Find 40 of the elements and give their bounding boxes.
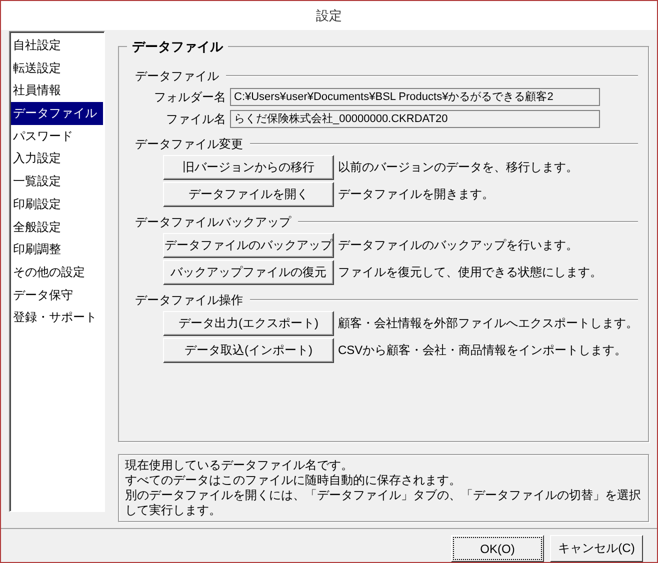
cancel-button[interactable]: キャンセル(C) [550,535,643,562]
sidebar-item[interactable]: 入力設定 [11,147,103,170]
sidebar-item[interactable]: 全般設定 [11,216,103,238]
sidebar-item[interactable]: 登録・サポート [11,306,103,329]
action-description: CSVから顧客・会社・商品情報をインポートします。 [338,342,627,359]
section-heading: データファイル操作 [135,292,243,308]
action-description: 顧客・会社情報を外部ファイルへエクスポートします。 [338,315,638,332]
field-label: ファイル名 [165,110,227,128]
sidebar-item[interactable]: データファイル [11,102,103,125]
action-description: 以前のバージョンのデータを、移行します。 [338,159,578,176]
section-heading: データファイルバックアップ [135,214,291,230]
action-button[interactable]: データ取込(インポート) [163,338,334,363]
action-button[interactable]: データファイルのバックアップ [163,233,334,258]
sidebar-item[interactable]: パスワード [11,124,103,148]
action-button[interactable]: 旧バージョンからの移行 [163,155,334,180]
sidebar-item[interactable]: 社員情報 [11,79,103,102]
section-heading: データファイル [135,68,219,84]
action-description: データファイルを開きます。 [338,186,494,203]
sidebar-item[interactable]: 印刷調整 [11,238,103,261]
sidebar-item[interactable]: 一覧設定 [11,170,103,193]
input-field[interactable]: らくだ保険株式会社_00000000.CKRDAT20 [230,110,600,128]
action-description: データファイルのバックアップを行います。 [338,237,578,254]
section-heading: データファイル変更 [135,136,243,152]
help-text: 別のデータファイルを開くには、「データファイル」タブの、「データファイルの切替」を選択して実行します。 [125,488,642,518]
sidebar-item[interactable]: 印刷設定 [11,192,103,216]
ok-button[interactable]: OK(O) [451,535,544,562]
action-button[interactable]: データ出力(エクスポート) [163,311,334,336]
input-field[interactable]: C:¥Users¥user¥Documents¥BSL Products¥かるがるできる顧客2 [230,88,600,106]
field-label: フォルダー名 [153,88,227,106]
action-button[interactable]: バックアップファイルの復元 [163,260,334,285]
sidebar-item[interactable]: その他の設定 [11,260,103,284]
help-text: すべてのデータはこのファイルに随時自動的に保存されます。 [125,473,462,488]
sidebar-item[interactable]: 転送設定 [11,56,103,80]
action-description: ファイルを復元して、使用できる状態にします。 [338,264,602,281]
action-button[interactable]: データファイルを開く [163,182,334,207]
sidebar-item[interactable]: 自社設定 [11,34,103,57]
sidebar-item[interactable]: データ保守 [11,284,103,306]
help-text: 現在使用しているデータファイル名です。 [125,458,354,473]
group-title: データファイル [127,38,228,56]
window-title: 設定 [316,6,342,24]
